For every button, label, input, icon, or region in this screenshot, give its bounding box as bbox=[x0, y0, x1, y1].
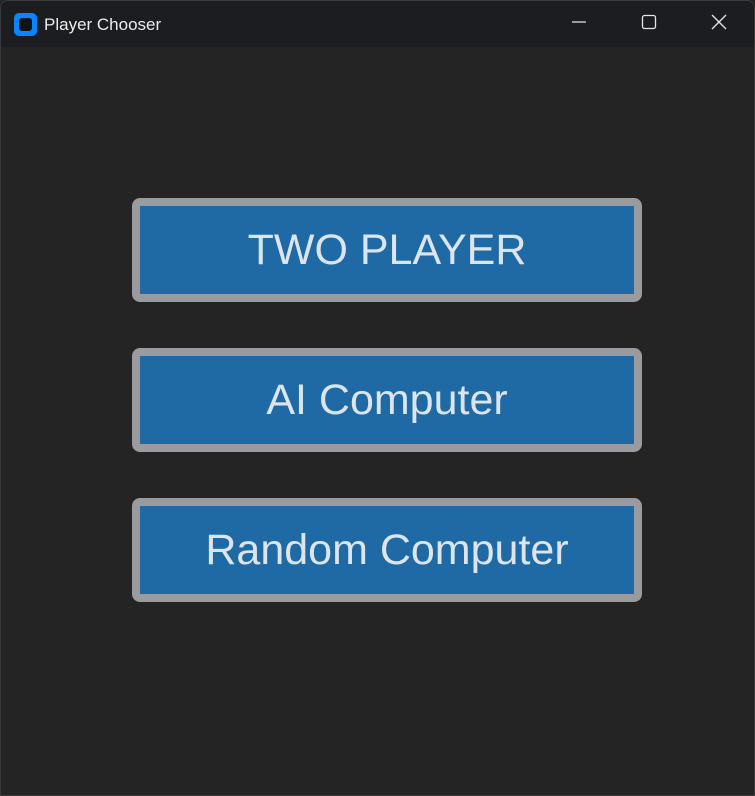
app-window: Player Chooser TWO PLAYER AI Computer Ra… bbox=[0, 0, 755, 796]
minimize-button[interactable] bbox=[544, 1, 614, 47]
minimize-icon bbox=[571, 14, 587, 35]
maximize-button[interactable] bbox=[614, 1, 684, 47]
ai-computer-button[interactable]: AI Computer bbox=[132, 348, 642, 452]
ai-computer-label: AI Computer bbox=[266, 375, 508, 424]
title-bar[interactable]: Player Chooser bbox=[1, 1, 754, 47]
random-computer-label: Random Computer bbox=[205, 525, 569, 574]
main-content: TWO PLAYER AI Computer Random Computer bbox=[1, 47, 754, 795]
two-player-button[interactable]: TWO PLAYER bbox=[132, 198, 642, 302]
random-computer-button[interactable]: Random Computer bbox=[132, 498, 642, 602]
window-title: Player Chooser bbox=[44, 15, 162, 34]
maximize-icon bbox=[641, 14, 657, 35]
close-icon bbox=[711, 14, 727, 35]
close-button[interactable] bbox=[684, 1, 754, 47]
two-player-label: TWO PLAYER bbox=[247, 225, 527, 274]
app-icon bbox=[14, 13, 37, 36]
